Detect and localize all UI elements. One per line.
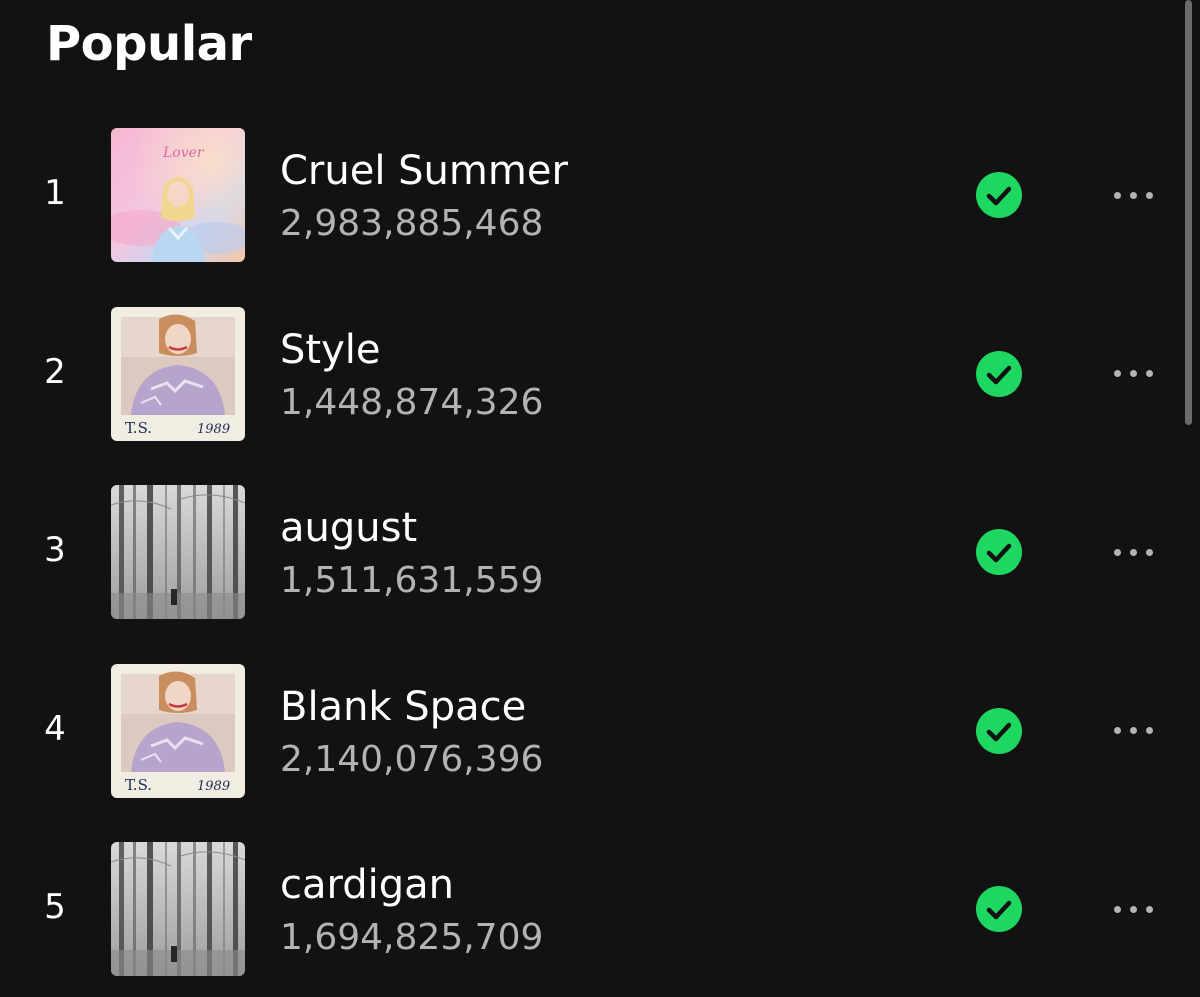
track-title: Cruel Summer: [280, 148, 568, 194]
track-rank: 5: [44, 887, 66, 927]
polaroid-caption-right: 1989: [197, 422, 230, 437]
track-row[interactable]: 5 cardigan 1,694,825,709: [0, 842, 1180, 976]
more-horizontal-icon: [1129, 370, 1137, 377]
more-horizontal-icon: [1145, 370, 1153, 377]
check-circle-icon[interactable]: [976, 707, 1022, 754]
check-circle-icon[interactable]: [976, 350, 1022, 397]
track-info: Cruel Summer 2,983,885,468: [280, 145, 568, 248]
track-title: Style: [280, 326, 381, 373]
more-horizontal-icon: [1113, 905, 1121, 913]
more-horizontal-icon: [1113, 370, 1121, 377]
check-circle-icon[interactable]: [976, 172, 1022, 218]
more-horizontal-icon: [1129, 727, 1137, 734]
track-title: august: [280, 505, 418, 551]
more-options-button[interactable]: [1104, 714, 1162, 748]
lover-album-cover: Lover: [111, 128, 245, 262]
more-horizontal-icon: [1145, 548, 1153, 556]
more-options-button[interactable]: [1104, 178, 1162, 212]
track-play-count: 1,511,631,559: [280, 560, 544, 601]
more-horizontal-icon: [1129, 548, 1137, 556]
track-rank: 4: [44, 708, 66, 749]
track-row[interactable]: 2 T.S. 1989 Style 1,448,874,326: [0, 306, 1180, 441]
more-horizontal-icon: [1129, 905, 1137, 913]
more-horizontal-icon: [1145, 905, 1153, 913]
check-circle-icon[interactable]: [976, 529, 1022, 575]
check-circle-icon[interactable]: [976, 886, 1022, 932]
more-options-button[interactable]: [1104, 892, 1162, 926]
popular-track-list: 1 Lover Cruel Summer 2,983,885,468 2 T.S…: [0, 128, 1180, 997]
more-options-button[interactable]: [1104, 535, 1162, 569]
1989-album-cover: T.S. 1989: [111, 306, 245, 441]
polaroid-caption-right: 1989: [197, 779, 230, 794]
polaroid-caption-left: T.S.: [125, 776, 152, 794]
track-play-count: 1,448,874,326: [280, 381, 544, 423]
track-rank: 3: [44, 530, 66, 570]
track-play-count: 2,140,076,396: [280, 738, 544, 780]
more-horizontal-icon: [1145, 727, 1153, 734]
track-info: august 1,511,631,559: [280, 502, 543, 605]
track-title: cardigan: [280, 862, 455, 908]
1989-album-cover: T.S. 1989: [111, 663, 245, 798]
track-info: cardigan 1,694,825,709: [280, 859, 543, 962]
track-info: Blank Space 2,140,076,396: [280, 681, 543, 784]
folklore-album-cover: [111, 485, 245, 619]
track-play-count: 1,694,825,709: [280, 917, 544, 958]
more-horizontal-icon: [1113, 191, 1121, 199]
folklore-album-cover: [111, 842, 245, 976]
track-row[interactable]: 3 august 1,511,631,559: [0, 485, 1180, 619]
polaroid-caption-left: T.S.: [125, 419, 152, 437]
track-rank: 1: [44, 173, 66, 213]
track-rank: 2: [44, 351, 66, 392]
more-horizontal-icon: [1113, 548, 1121, 556]
track-info: Style 1,448,874,326: [280, 324, 543, 427]
track-play-count: 2,983,885,468: [280, 203, 544, 244]
lover-logo-text: Lover: [162, 145, 205, 161]
scrollbar[interactable]: [1185, 0, 1192, 425]
more-horizontal-icon: [1113, 727, 1121, 734]
track-row[interactable]: 1 Lover Cruel Summer 2,983,885,468: [0, 128, 1180, 262]
more-horizontal-icon: [1145, 191, 1153, 199]
track-title: Blank Space: [280, 683, 527, 730]
track-row[interactable]: 4 T.S. 1989 Blank Space 2,140,076,396: [0, 663, 1180, 798]
section-title: Popular: [46, 16, 252, 72]
more-options-button[interactable]: [1104, 357, 1162, 391]
more-horizontal-icon: [1129, 191, 1137, 199]
